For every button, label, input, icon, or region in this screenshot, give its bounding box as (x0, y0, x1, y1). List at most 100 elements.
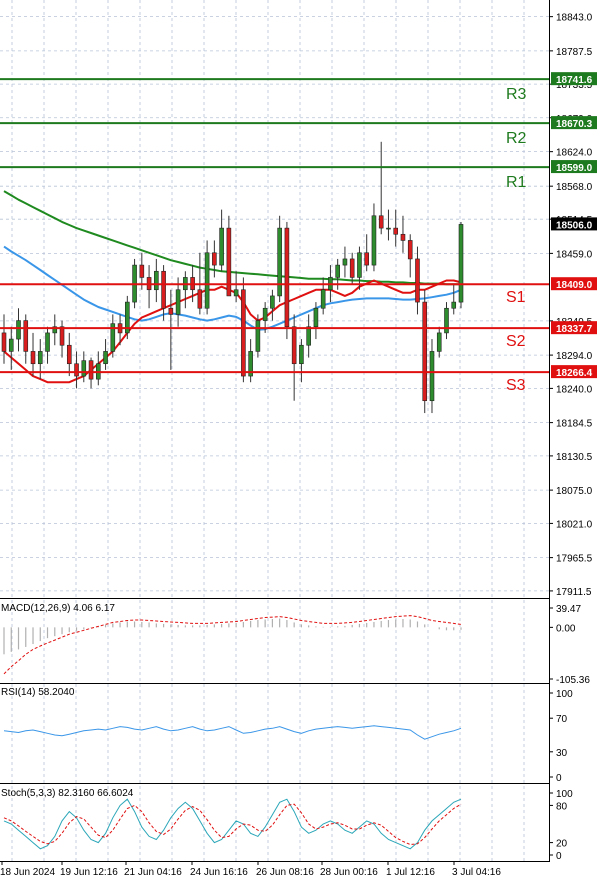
candle-bear (226, 227, 232, 297)
stoch-tick-label: 20 (556, 839, 568, 850)
candle-bull (175, 289, 181, 315)
candle-bear (88, 360, 94, 380)
price-tick-label: 18075.0 (556, 486, 593, 497)
candle-bull (37, 351, 43, 365)
candle-bull (386, 227, 391, 230)
stoch-tick-label: 0 (556, 851, 562, 862)
rsi-label: RSI(14) 58.2040 (1, 687, 75, 698)
rsi-tick-label: 30 (556, 748, 568, 759)
rsi-tick-label: 100 (556, 689, 573, 700)
candle-bull (16, 320, 21, 340)
candle-bull (45, 332, 50, 352)
price-tick-label: 18624.0 (556, 148, 593, 159)
candle-bull (335, 264, 340, 278)
price-tick-label: 18021.0 (556, 519, 593, 530)
price-tick-label: 17965.5 (556, 554, 593, 565)
time-tick-label: 24 Jun 16:16 (190, 867, 248, 878)
candle-bear (241, 289, 246, 377)
level-name-s2: S2 (506, 333, 526, 350)
level-name-r2: R2 (506, 130, 527, 147)
candle-bear (393, 227, 399, 235)
current-price-label: 18506.0 (556, 220, 593, 231)
trading-chart: R3R2R1S1S2S3 18843.018787.518733.518679.… (0, 0, 600, 881)
time-tick-label: 19 Jun 12:16 (60, 867, 118, 878)
candle-bear (66, 344, 72, 365)
candle-bear (30, 351, 36, 365)
level-name-r3: R3 (506, 86, 527, 103)
time-tick-label: 18 Jun 2024 (0, 867, 55, 878)
level-name-s3: S3 (506, 377, 526, 394)
level-price-label: 18599.0 (556, 163, 593, 174)
stoch-tick-label: 80 (556, 801, 568, 812)
candle-bull (103, 351, 108, 365)
candle-bear (422, 301, 428, 402)
price-tick-label: 18787.5 (556, 47, 593, 58)
candle-bull (255, 320, 261, 352)
stoch-tick-label: 100 (556, 789, 573, 800)
time-tick-label: 3 Jul 04:16 (452, 867, 501, 878)
level-price-label: 18741.6 (556, 75, 593, 86)
candle-bear (168, 307, 174, 315)
macd-tick-label: 0.00 (556, 623, 576, 634)
price-tick-label: 18240.0 (556, 384, 593, 395)
candle-bear (212, 252, 217, 266)
candle-bear (1, 332, 7, 352)
candle-bull (81, 360, 87, 377)
time-tick-label: 21 Jun 04:16 (124, 867, 182, 878)
candle-bear (197, 289, 203, 309)
candle-bull (429, 351, 435, 402)
price-tick-label: 18294.0 (556, 351, 593, 362)
level-price-label: 18337.7 (556, 324, 593, 335)
candle-bear (291, 326, 297, 365)
candle-bull (154, 270, 159, 291)
stoch-label: Stoch(5,3,3) 82.3160 66.6024 (1, 788, 134, 799)
macd-tick-label: -105.36 (556, 675, 590, 686)
candle-bull (306, 326, 311, 346)
candle-bear (59, 326, 65, 346)
candle-bear (378, 215, 384, 229)
time-tick-label: 28 Jun 00:16 (320, 867, 378, 878)
level-price-label: 18266.4 (556, 368, 593, 379)
candle-bull (8, 338, 14, 352)
candle-bull (444, 307, 449, 334)
macd-tick-label: 39.47 (556, 604, 581, 615)
candle-bull (451, 301, 457, 309)
level-name-s1: S1 (506, 289, 526, 306)
candle-bear (400, 233, 406, 241)
candle-bull (458, 224, 464, 303)
time-tick-label: 1 Jul 12:16 (386, 867, 435, 878)
candle-bull (299, 344, 304, 365)
price-tick-label: 18130.5 (556, 452, 593, 463)
price-tick-label: 17911.5 (556, 587, 592, 598)
level-price-label: 18409.0 (556, 280, 593, 291)
price-tick-label: 18459.0 (556, 249, 593, 260)
candle-bull (233, 289, 239, 297)
candle-bull (204, 252, 210, 309)
candle-bull (313, 307, 319, 328)
candle-bear (364, 252, 369, 266)
candle-bear (349, 258, 355, 278)
candle-bull (277, 227, 282, 297)
level-name-r1: R1 (506, 174, 527, 191)
time-tick-label: 26 Jun 08:16 (256, 867, 314, 878)
price-tick-label: 18843.0 (556, 13, 593, 24)
level-price-label: 18670.3 (556, 119, 593, 130)
candle-bull (320, 289, 326, 309)
candle-bull (436, 332, 442, 352)
candle-bull (357, 252, 362, 278)
candle-bear (284, 227, 290, 328)
candle-bull (219, 227, 224, 266)
candle-bear (139, 264, 145, 278)
macd-label: MACD(12,26,9) 4.06 6.17 (1, 603, 115, 614)
price-tick-label: 18184.5 (556, 419, 593, 430)
candle-bull (371, 215, 377, 266)
candle-bear (415, 258, 420, 303)
candle-bear (23, 320, 29, 352)
candle-bear (161, 270, 166, 309)
candle-bear (74, 363, 79, 377)
rsi-tick-label: 0 (556, 773, 562, 784)
candle-bear (407, 240, 413, 260)
candle-bull (342, 258, 348, 266)
candle-bull (262, 307, 268, 321)
candle-bull (270, 295, 275, 309)
